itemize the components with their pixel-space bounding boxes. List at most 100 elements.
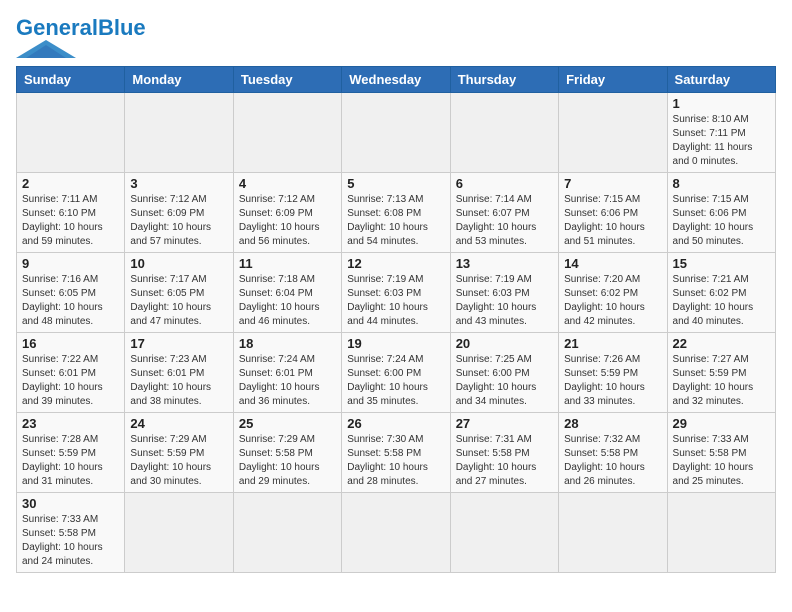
day-number: 5 (347, 176, 444, 191)
day-info: Sunrise: 7:14 AM Sunset: 6:07 PM Dayligh… (456, 193, 553, 249)
weekday-header-friday: Friday (559, 67, 667, 93)
day-info: Sunrise: 7:20 AM Sunset: 6:02 PM Dayligh… (564, 273, 661, 329)
calendar-cell (233, 493, 341, 573)
day-number: 26 (347, 416, 444, 431)
day-number: 20 (456, 336, 553, 351)
day-number: 1 (673, 96, 770, 111)
calendar-cell: 29Sunrise: 7:33 AM Sunset: 5:58 PM Dayli… (667, 413, 775, 493)
calendar-cell: 17Sunrise: 7:23 AM Sunset: 6:01 PM Dayli… (125, 333, 233, 413)
weekday-header-wednesday: Wednesday (342, 67, 450, 93)
calendar-cell: 9Sunrise: 7:16 AM Sunset: 6:05 PM Daylig… (17, 253, 125, 333)
day-info: Sunrise: 7:29 AM Sunset: 5:59 PM Dayligh… (130, 433, 227, 489)
calendar-cell: 7 Sunrise: 7:15 AM Sunset: 6:06 PM Daylig… (559, 173, 667, 253)
calendar-cell (559, 93, 667, 173)
day-info: Sunrise: 7:15 AM Sunset: 6:06 PM Dayligh… (673, 193, 770, 249)
calendar-cell: 18Sunrise: 7:24 AM Sunset: 6:01 PM Dayli… (233, 333, 341, 413)
day-number: 27 (456, 416, 553, 431)
day-info: Sunrise: 7:33 AM Sunset: 5:58 PM Dayligh… (22, 513, 119, 569)
calendar-cell: 20 Sunrise: 7:25 AM Sunset: 6:00 PM Dayli… (450, 333, 558, 413)
day-number: 8 (673, 176, 770, 191)
day-info: Sunrise: 7:30 AM Sunset: 5:58 PM Dayligh… (347, 433, 444, 489)
day-info: Sunrise: 7:11 AM Sunset: 6:10 PM Dayligh… (22, 193, 119, 249)
calendar-cell: 11 Sunrise: 7:18 AM Sunset: 6:04 PM Dayli… (233, 253, 341, 333)
calendar-cell: 27 Sunrise: 7:31 AM Sunset: 5:58 PM Dayli… (450, 413, 558, 493)
day-number: 23 (22, 416, 119, 431)
calendar-cell: 10 Sunrise: 7:17 AM Sunset: 6:05 PM Dayli… (125, 253, 233, 333)
calendar-cell: 28Sunrise: 7:32 AM Sunset: 5:58 PM Dayli… (559, 413, 667, 493)
calendar-week-row: 9Sunrise: 7:16 AM Sunset: 6:05 PM Daylig… (17, 253, 776, 333)
day-info: Sunrise: 7:32 AM Sunset: 5:58 PM Dayligh… (564, 433, 661, 489)
day-info: Sunrise: 7:13 AM Sunset: 6:08 PM Dayligh… (347, 193, 444, 249)
day-number: 21 (564, 336, 661, 351)
calendar-cell (450, 93, 558, 173)
day-number: 7 (564, 176, 661, 191)
day-number: 13 (456, 256, 553, 271)
day-number: 24 (130, 416, 227, 431)
calendar-cell: 15 Sunrise: 7:21 AM Sunset: 6:02 PM Dayli… (667, 253, 775, 333)
weekday-header-sunday: Sunday (17, 67, 125, 93)
calendar-cell: 23 Sunrise: 7:28 AM Sunset: 5:59 PM Dayli… (17, 413, 125, 493)
calendar-cell: 1 Sunrise: 8:10 AM Sunset: 7:11 PM Daylig… (667, 93, 775, 173)
calendar-week-row: 23 Sunrise: 7:28 AM Sunset: 5:59 PM Dayli… (17, 413, 776, 493)
day-number: 10 (130, 256, 227, 271)
day-info: Sunrise: 7:12 AM Sunset: 6:09 PM Dayligh… (239, 193, 336, 249)
day-number: 14 (564, 256, 661, 271)
calendar-cell: 19Sunrise: 7:24 AM Sunset: 6:00 PM Dayli… (342, 333, 450, 413)
calendar-cell (125, 493, 233, 573)
calendar-cell: 6Sunrise: 7:14 AM Sunset: 6:07 PM Daylig… (450, 173, 558, 253)
day-number: 16 (22, 336, 119, 351)
calendar-cell (559, 493, 667, 573)
day-number: 19 (347, 336, 444, 351)
day-info: Sunrise: 7:31 AM Sunset: 5:58 PM Dayligh… (456, 433, 553, 489)
logo-blue: Blue (98, 15, 146, 40)
day-info: Sunrise: 7:27 AM Sunset: 5:59 PM Dayligh… (673, 353, 770, 409)
calendar-cell: 26 Sunrise: 7:30 AM Sunset: 5:58 PM Dayli… (342, 413, 450, 493)
day-info: Sunrise: 7:19 AM Sunset: 6:03 PM Dayligh… (456, 273, 553, 329)
calendar-cell: 4 Sunrise: 7:12 AM Sunset: 6:09 PM Daylig… (233, 173, 341, 253)
calendar-cell (667, 493, 775, 573)
calendar-cell: 2 Sunrise: 7:11 AM Sunset: 6:10 PM Daylig… (17, 173, 125, 253)
day-number: 12 (347, 256, 444, 271)
day-info: Sunrise: 7:28 AM Sunset: 5:59 PM Dayligh… (22, 433, 119, 489)
day-info: Sunrise: 7:21 AM Sunset: 6:02 PM Dayligh… (673, 273, 770, 329)
day-info: Sunrise: 7:33 AM Sunset: 5:58 PM Dayligh… (673, 433, 770, 489)
calendar-cell: 8 Sunrise: 7:15 AM Sunset: 6:06 PM Daylig… (667, 173, 775, 253)
day-number: 15 (673, 256, 770, 271)
day-info: Sunrise: 7:18 AM Sunset: 6:04 PM Dayligh… (239, 273, 336, 329)
calendar-cell: 12Sunrise: 7:19 AM Sunset: 6:03 PM Dayli… (342, 253, 450, 333)
day-info: Sunrise: 7:24 AM Sunset: 6:01 PM Dayligh… (239, 353, 336, 409)
calendar-week-row: 16Sunrise: 7:22 AM Sunset: 6:01 PM Dayli… (17, 333, 776, 413)
calendar-cell: 14 Sunrise: 7:20 AM Sunset: 6:02 PM Dayli… (559, 253, 667, 333)
day-info: Sunrise: 7:17 AM Sunset: 6:05 PM Dayligh… (130, 273, 227, 329)
day-number: 4 (239, 176, 336, 191)
calendar-cell (342, 493, 450, 573)
day-info: Sunrise: 8:10 AM Sunset: 7:11 PM Dayligh… (673, 113, 770, 169)
day-number: 22 (673, 336, 770, 351)
calendar-week-row: 1 Sunrise: 8:10 AM Sunset: 7:11 PM Daylig… (17, 93, 776, 173)
calendar-cell (17, 93, 125, 173)
day-number: 2 (22, 176, 119, 191)
logo: GeneralBlue (16, 16, 146, 58)
calendar-cell (450, 493, 558, 573)
day-info: Sunrise: 7:23 AM Sunset: 6:01 PM Dayligh… (130, 353, 227, 409)
day-info: Sunrise: 7:15 AM Sunset: 6:06 PM Dayligh… (564, 193, 661, 249)
day-number: 30 (22, 496, 119, 511)
calendar-cell (125, 93, 233, 173)
calendar-week-row: 2 Sunrise: 7:11 AM Sunset: 6:10 PM Daylig… (17, 173, 776, 253)
day-number: 11 (239, 256, 336, 271)
calendar-cell (233, 93, 341, 173)
day-info: Sunrise: 7:12 AM Sunset: 6:09 PM Dayligh… (130, 193, 227, 249)
calendar-cell: 24 Sunrise: 7:29 AM Sunset: 5:59 PM Dayli… (125, 413, 233, 493)
calendar-cell: 16Sunrise: 7:22 AM Sunset: 6:01 PM Dayli… (17, 333, 125, 413)
calendar-cell: 25Sunrise: 7:29 AM Sunset: 5:58 PM Dayli… (233, 413, 341, 493)
logo-icon (16, 40, 76, 58)
weekday-header-thursday: Thursday (450, 67, 558, 93)
day-number: 3 (130, 176, 227, 191)
weekday-header-row: SundayMondayTuesdayWednesdayThursdayFrid… (17, 67, 776, 93)
weekday-header-saturday: Saturday (667, 67, 775, 93)
calendar-table: SundayMondayTuesdayWednesdayThursdayFrid… (16, 66, 776, 573)
day-info: Sunrise: 7:25 AM Sunset: 6:00 PM Dayligh… (456, 353, 553, 409)
calendar-week-row: 30 Sunrise: 7:33 AM Sunset: 5:58 PM Dayli… (17, 493, 776, 573)
day-info: Sunrise: 7:16 AM Sunset: 6:05 PM Dayligh… (22, 273, 119, 329)
calendar-cell: 3 Sunrise: 7:12 AM Sunset: 6:09 PM Daylig… (125, 173, 233, 253)
